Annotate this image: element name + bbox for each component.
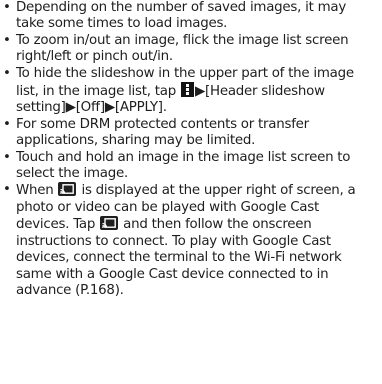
note-cast: • When is displayed at the upper right o…	[2, 182, 376, 299]
note-text: To zoom in/out an image, flick the image…	[16, 32, 349, 65]
cast-icon	[100, 216, 119, 231]
bullet: •	[3, 32, 11, 48]
bullet: •	[3, 149, 11, 165]
note-text: Touch and hold an image in the image lis…	[16, 149, 351, 182]
note-text-pre: When	[16, 183, 58, 199]
cast-icon	[58, 182, 77, 197]
notes-list: • Depending on the number of saved image…	[0, 0, 382, 299]
note-text: Depending on the number of saved images,…	[16, 0, 347, 32]
note-zoom: • To zoom in/out an image, flick the ima…	[2, 33, 376, 66]
note-slideshow: • To hide the slideshow in the upper par…	[2, 66, 376, 117]
bullet: •	[3, 116, 11, 132]
note-text: For some DRM protected contents or trans…	[16, 116, 309, 149]
note-drm: • For some DRM protected contents or tra…	[2, 117, 376, 150]
note-loading: • Depending on the number of saved image…	[2, 0, 376, 33]
bullet: •	[3, 182, 11, 198]
menu-dots-icon	[180, 82, 194, 98]
bullet: •	[3, 65, 11, 81]
note-select: • Touch and hold an image in the image l…	[2, 150, 376, 183]
bullet: •	[3, 0, 11, 15]
